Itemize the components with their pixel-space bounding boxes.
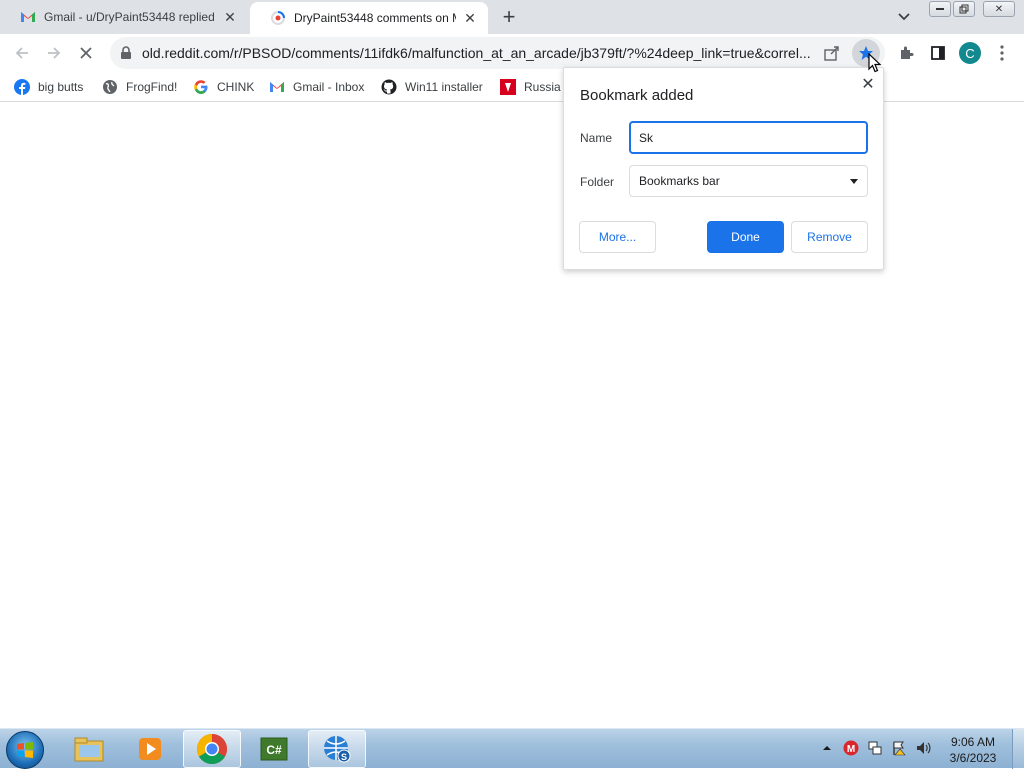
forward-button[interactable] [42,41,66,65]
chevron-down-icon [850,178,858,184]
bookmark-label: Win11 installer [405,80,483,94]
svg-text:C#: C# [266,743,282,757]
svg-text:S: S [341,752,347,762]
start-button[interactable] [6,731,44,769]
remove-button[interactable]: Remove [791,221,868,253]
folder-label: Folder [580,175,615,189]
bookmark-big-butts[interactable]: big butts [14,77,83,97]
github-icon [381,79,397,95]
taskbar-explorer[interactable] [60,730,118,768]
stop-icon [80,47,92,59]
back-arrow-icon [15,47,28,59]
volume-icon[interactable] [914,739,932,757]
tab-title: Gmail - u/DryPaint53448 replied [44,10,215,24]
mouse-cursor-icon [868,52,882,73]
media-player-icon [139,738,161,760]
taskbar: C# S M 9:06 AM 3/6/2023 [0,728,1024,769]
google-icon [193,79,209,95]
chrome-icon [196,734,228,765]
folder-select[interactable]: Bookmarks bar [629,165,868,197]
new-tab-button[interactable]: + [497,4,521,29]
window-close-button[interactable]: ✕ [983,1,1015,17]
tab-strip: Gmail - u/DryPaint53448 replied ✕ DryPai… [0,0,1024,34]
close-icon[interactable]: ✕ [858,74,878,94]
taskbar-csharp[interactable]: C# [245,730,303,768]
facebook-icon [14,79,30,95]
bookmark-label: Gmail - Inbox [293,80,365,94]
share-icon[interactable] [823,44,841,62]
loading-icon [270,10,286,26]
profile-avatar[interactable]: C [959,42,981,64]
red-flag-icon [500,79,516,95]
explorer-icon [74,737,104,762]
taskbar-network-app[interactable]: S [308,730,366,768]
mega-icon[interactable]: M [842,739,860,757]
bookmark-label: FrogFind! [126,80,178,94]
taskbar-chrome[interactable] [183,730,241,768]
svg-text:M: M [847,744,855,755]
bookmark-russia[interactable]: Russia [500,77,561,97]
maximize-button[interactable] [953,1,975,17]
bookmark-win11-installer[interactable]: Win11 installer [381,77,483,97]
gmail-icon [269,79,285,95]
tab-search-icon[interactable] [894,8,914,26]
extensions-icon[interactable] [895,42,917,64]
system-clock[interactable]: 9:06 AM 3/6/2023 [942,734,1004,766]
bookmark-frogfind[interactable]: FrogFind! [102,77,177,97]
tab-reddit[interactable]: DryPaint53448 comments on Ma ✕ [250,2,488,34]
network-globe-icon: S [324,736,351,763]
more-button[interactable]: More... [579,221,656,253]
csharp-icon: C# [260,737,288,761]
windows-logo-icon [17,742,33,758]
bookmark-chink[interactable]: CHINK [193,77,254,97]
forward-arrow-icon [48,47,61,59]
bookmark-label: CHINK [217,80,255,94]
taskbar-media-player[interactable] [121,730,179,768]
bookmark-name-input[interactable] [629,121,868,154]
bookmark-gmail-inbox[interactable]: Gmail - Inbox [269,77,364,97]
network-icon[interactable] [866,739,884,757]
address-bar[interactable]: old.reddit.com/r/PBSOD/comments/11ifdk6/… [110,37,885,69]
url-text[interactable]: old.reddit.com/r/PBSOD/comments/11ifdk6/… [142,45,822,61]
lock-icon [120,46,132,60]
clock-date: 3/6/2023 [949,751,997,765]
show-hidden-icons-icon[interactable] [818,739,836,757]
clock-time: 9:06 AM [950,735,996,749]
close-icon[interactable]: ✕ [462,10,478,26]
gmail-icon [20,9,36,25]
folder-value: Bookmarks bar [639,174,720,188]
back-button[interactable] [10,41,34,65]
bookmark-label: big butts [38,80,84,94]
tab-gmail[interactable]: Gmail - u/DryPaint53448 replied ✕ [0,0,248,34]
stop-button[interactable] [74,41,98,65]
close-icon[interactable]: ✕ [222,9,238,25]
globe-icon [102,79,118,95]
show-desktop-button[interactable] [1012,729,1024,769]
menu-kebab-icon[interactable] [991,42,1013,64]
tab-title: DryPaint53448 comments on Ma [294,11,456,25]
dialog-title: Bookmark added [580,87,694,104]
action-center-flag-icon[interactable] [890,739,908,757]
bookmark-added-dialog: Bookmark added ✕ Name Folder Bookmarks b… [563,67,884,270]
bookmark-label: Russia [524,80,561,94]
name-label: Name [580,131,613,145]
side-panel-icon[interactable] [927,42,949,64]
done-button[interactable]: Done [707,221,784,253]
minimize-button[interactable] [929,1,951,17]
